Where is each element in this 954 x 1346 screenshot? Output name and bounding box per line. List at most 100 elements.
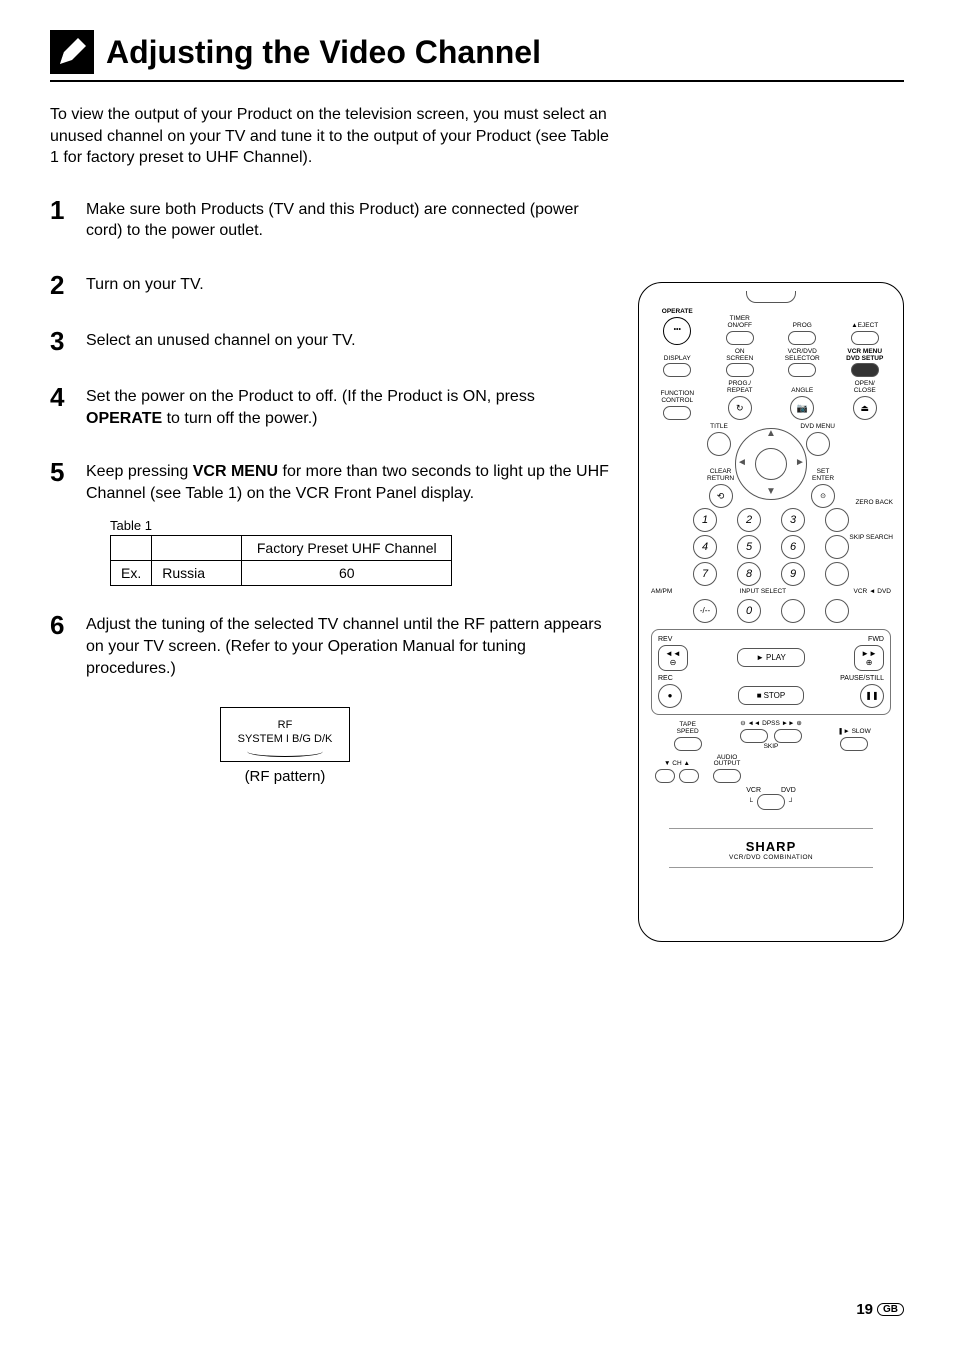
step-text: Adjust the tuning of the selected TV cha…	[86, 610, 610, 679]
num-0-button[interactable]: 0	[737, 599, 761, 623]
prog-button[interactable]	[788, 331, 816, 345]
pencil-icon	[50, 30, 94, 74]
skipsearch-button[interactable]	[825, 535, 849, 559]
tapespeed-label: TAPE SPEED	[677, 722, 699, 736]
step-number: 5	[50, 457, 86, 485]
step-number: 1	[50, 195, 86, 223]
ch-up-button[interactable]	[679, 769, 699, 783]
num-4-button[interactable]: 4	[693, 535, 717, 559]
num-6-button[interactable]: 6	[781, 535, 805, 559]
fwd-label: FWD	[868, 636, 884, 643]
step-number: 6	[50, 610, 86, 638]
dash-button[interactable]: -/--	[693, 599, 717, 623]
remote-bottom-row-2: ▼ CH ▲ AUDIO OUTPUT	[649, 755, 893, 784]
repeat-button[interactable]: ↻	[728, 396, 752, 420]
step-6: 6 Adjust the tuning of the selected TV c…	[50, 610, 610, 679]
pause-label: PAUSE/STILL	[840, 675, 884, 682]
display-label: DISPLAY	[664, 356, 691, 363]
num-8-button[interactable]: 8	[737, 562, 761, 586]
tapespeed-button[interactable]	[674, 737, 702, 751]
timer-button[interactable]	[726, 331, 754, 345]
num-5-button[interactable]: 5	[737, 535, 761, 559]
onscreen-button[interactable]	[726, 363, 754, 377]
table-cell: 60	[242, 561, 452, 586]
dvdmenu-button[interactable]	[806, 432, 830, 456]
step-text: Turn on your TV.	[86, 270, 610, 296]
num-1-button[interactable]: 1	[693, 508, 717, 532]
clear-button[interactable]: ⟲	[709, 484, 733, 508]
transport-panel: REV FWD ◄◄⊖ ► PLAY ►►⊕ REC PAUSE/STILL ●…	[651, 629, 891, 715]
title-button[interactable]	[707, 432, 731, 456]
step-4: 4 Set the power on the Product to off. (…	[50, 382, 610, 429]
operate-label: OPERATE	[662, 309, 693, 316]
step-text: Make sure both Products (TV and this Pro…	[86, 195, 610, 242]
function-button[interactable]	[663, 406, 691, 420]
play-button[interactable]: ► PLAY	[737, 648, 805, 667]
audio-button[interactable]	[713, 769, 741, 783]
stop-button[interactable]: ■ STOP	[738, 686, 804, 705]
step-text-pre: Set the power on the Product to off. (If…	[86, 388, 535, 405]
num-2-button[interactable]: 2	[737, 508, 761, 532]
eject-button[interactable]	[851, 331, 879, 345]
vcrmenu-button[interactable]	[851, 363, 879, 377]
step-text-post: to turn off the power.)	[162, 410, 317, 427]
selector-button[interactable]	[788, 363, 816, 377]
vcr-label: VCR	[746, 787, 761, 794]
skip-prev-button[interactable]	[740, 729, 768, 743]
pause-button[interactable]: ❚❚	[860, 684, 884, 708]
num-7-button[interactable]: 7	[693, 562, 717, 586]
rf-pattern-box: RF SYSTEM I B/G D/K	[220, 707, 350, 762]
step-5: 5 Keep pressing VCR MENU for more than t…	[50, 457, 610, 504]
display-button[interactable]	[663, 363, 691, 377]
dpad-up-icon[interactable]: ▲	[766, 428, 776, 439]
numpad-row: -/-- 0	[649, 599, 893, 623]
zeroback-button[interactable]	[825, 508, 849, 532]
numpad-row: 7 8 9	[649, 562, 893, 586]
slow-label: ❚► SLOW	[838, 729, 871, 736]
table-row: Ex. Russia 60	[111, 561, 452, 586]
dpad: TITLE DVD MENU CLEAR RETURN⟲ SET ENTER⊙ …	[711, 424, 831, 504]
page-title: Adjusting the Video Channel	[106, 34, 541, 71]
operate-button[interactable]	[663, 317, 691, 345]
remote-bottom-row: TAPE SPEED ⊖ ◄◄ DPSS ►► ⊕SKIP ❚► SLOW	[649, 721, 893, 751]
vcrdvd-switch-button[interactable]	[757, 794, 785, 810]
vcrdvd-button[interactable]	[825, 599, 849, 623]
table-cell: Russia	[152, 561, 242, 586]
rec-button[interactable]: ●	[658, 684, 682, 708]
remote-row-1: OPERATE TIMER ON/OFF PROG ▲EJECT	[649, 309, 893, 345]
steps-list: 1 Make sure both Products (TV and this P…	[50, 195, 610, 785]
uhf-table: Factory Preset UHF Channel Ex. Russia 60	[110, 535, 452, 586]
rf-line1: RF	[221, 718, 349, 732]
dpad-center-button[interactable]	[755, 448, 787, 480]
dpad-down-icon[interactable]: ▼	[766, 486, 776, 497]
step-3: 3 Select an unused channel on your TV.	[50, 326, 610, 354]
audio-label: AUDIO OUTPUT	[714, 755, 741, 769]
step-text-bold: VCR MENU	[193, 463, 278, 480]
ir-window-icon	[746, 291, 796, 303]
ch-down-button[interactable]	[655, 769, 675, 783]
table-cell: Ex.	[111, 561, 152, 586]
extra-button[interactable]	[825, 562, 849, 586]
num-9-button[interactable]: 9	[781, 562, 805, 586]
rev-button[interactable]: ◄◄⊖	[658, 645, 688, 671]
input-label: INPUT SELECT	[740, 589, 786, 596]
set-label: SET ENTER	[812, 469, 834, 483]
rf-caption: (RF pattern)	[220, 768, 350, 785]
slow-button[interactable]	[840, 737, 868, 751]
set-button[interactable]: ⊙	[811, 484, 835, 508]
skip-next-button[interactable]	[774, 729, 802, 743]
remote-row-2: DISPLAY ON SCREEN VCR/DVD SELECTOR VCR M…	[649, 349, 893, 378]
angle-button[interactable]: 📷	[790, 396, 814, 420]
title-label: TITLE	[710, 424, 728, 431]
divider	[669, 867, 873, 868]
table-header-row: Factory Preset UHF Channel	[111, 536, 452, 561]
table-header-cell	[152, 536, 242, 561]
openclose-button[interactable]: ⏏	[853, 396, 877, 420]
dpad-right-icon[interactable]: ►	[795, 457, 805, 468]
table-header-cell: Factory Preset UHF Channel	[242, 536, 452, 561]
input-select-button[interactable]	[781, 599, 805, 623]
num-3-button[interactable]: 3	[781, 508, 805, 532]
brand-sub-label: VCR/DVD COMBINATION	[649, 854, 893, 861]
fwd-button[interactable]: ►►⊕	[854, 645, 884, 671]
dpad-left-icon[interactable]: ◄	[737, 457, 747, 468]
